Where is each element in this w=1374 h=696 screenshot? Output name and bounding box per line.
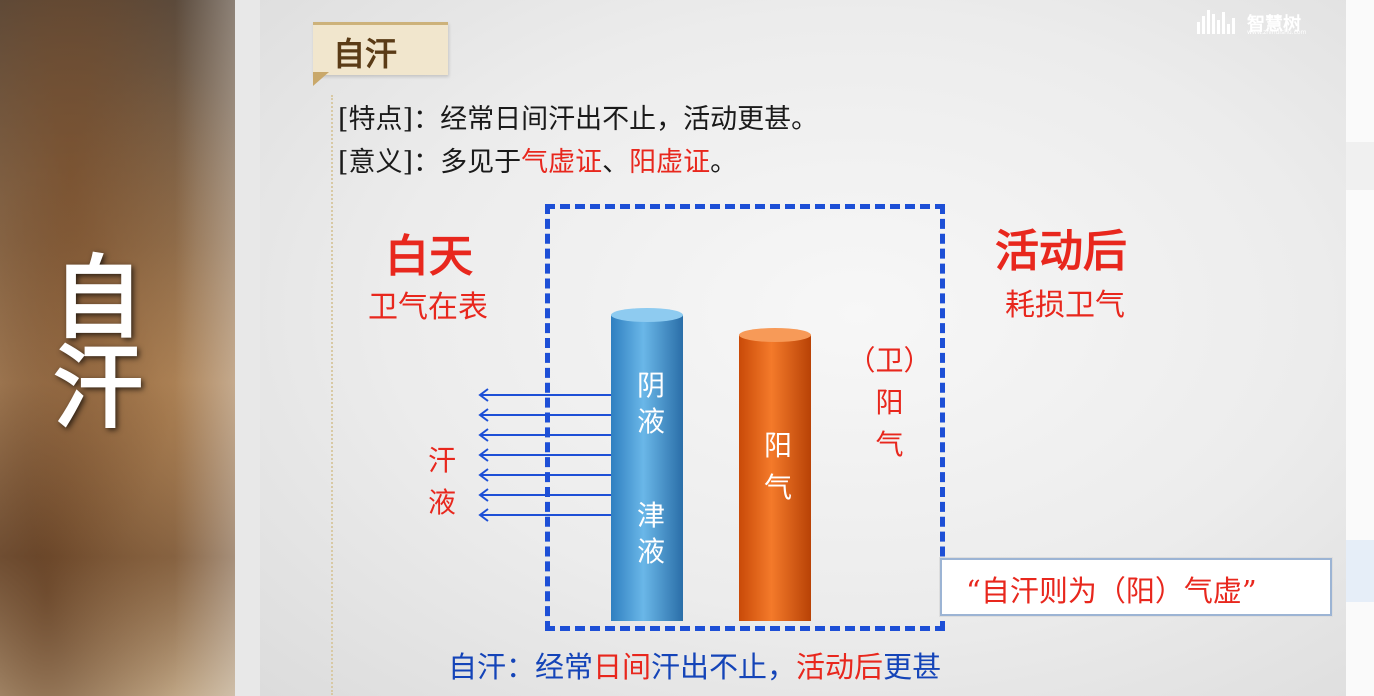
section-tab: 自汗 [313,22,448,75]
sidebar-image: 自汗 [0,0,235,696]
meaning-red2: 阳虚证 [629,147,711,178]
logo-subtext: www.zhihuishu.com [1247,29,1307,36]
arrow-5 [478,468,612,482]
meaning-prefix: [意义]：多见于 [338,147,522,178]
arrow-3 [478,428,612,442]
bottom-summary: 自汗：经常日间汗出不止，活动后更甚 [448,644,941,686]
wei-yang-qi-label: （卫） 阳气 [842,340,937,466]
wei-label: （卫） [847,344,932,377]
sidebar-title-char2: 汗 [37,340,143,430]
col1-bottom-char1: 津 [636,499,665,532]
sweat-char2: 液 [427,486,456,519]
arrow-4 [478,448,612,462]
right-title: 活动后 [995,226,1127,277]
bottom-part2: 日间 [593,650,652,684]
guide-line [331,95,333,695]
col1-top-char1: 阴 [636,369,665,402]
meaning-red1: 气虚证 [521,147,603,178]
yin-fluid-column [611,308,683,621]
left-subtitle: 卫气在表 [368,290,488,325]
col1-top-char2: 液 [636,405,665,438]
meaning-sep: 、 [602,147,630,178]
sidebar-title: 自汗 [37,250,150,430]
bottom-part4: 活动后 [796,650,884,684]
section-tab-label: 自汗 [333,35,398,73]
col1-bottom-char2: 液 [636,535,665,568]
bottom-part3: 汗出不止， [651,650,797,684]
sweat-arrows [478,388,612,522]
sidebar-title-char1: 自 [37,250,143,340]
arrow-6 [478,488,612,502]
sidebar-fade [175,0,235,696]
quote-box: “自汗则为（阳）气虚” [940,558,1332,616]
zhihuishu-logo: 智慧树 www.zhihuishu.com [1197,6,1307,36]
tab-fold [313,72,329,86]
arrow-2 [478,408,612,422]
arrow-7 [478,508,612,522]
bottom-part1: 自汗：经常 [448,650,594,684]
bottom-part5: 更甚 [883,650,942,684]
col1-bottom-label: 津液 [631,498,671,570]
col1-top-label: 阴液 [631,368,671,440]
meaning-end: 。 [710,147,738,178]
left-title: 白天 [385,231,473,282]
col2-char2: 气 [763,471,792,504]
sweat-char1: 汗 [427,444,456,477]
sweat-label: 汗液 [422,440,462,524]
meaning-line: [意义]：多见于气虚证、阳虚证。 [338,140,737,179]
right-subtitle: 耗损卫气 [1005,288,1125,323]
yang-label: 阳 [875,386,904,419]
col2-label: 阳气 [758,425,798,509]
arrow-1 [478,388,612,402]
qi-label: 气 [875,428,904,461]
logo-bars-icon [1197,10,1237,34]
feature-line: [特点]：经常日间汗出不止，活动更甚。 [338,104,819,135]
col2-char1: 阳 [763,429,792,462]
right-strip [1346,0,1374,696]
quote-text: “自汗则为（阳）气虚” [966,574,1257,608]
